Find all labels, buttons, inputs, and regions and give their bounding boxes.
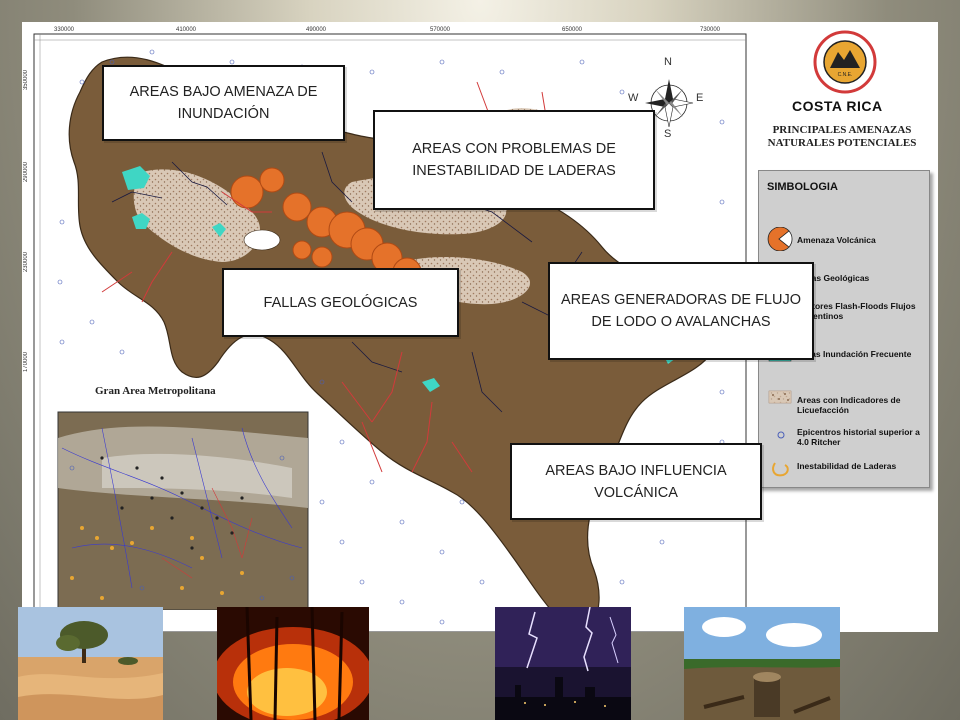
legend-item-epicenters: Epicentros historial superior a 4.0 Ritc…	[797, 427, 920, 447]
legend-item-slopes: Inestabilidad de Laderas	[797, 461, 897, 471]
legend-item-faults: Fallas Geológicas	[797, 273, 870, 283]
top-coordinate: 490000	[306, 27, 327, 33]
compass-east-label: E	[696, 92, 704, 104]
legend-item-liquefaction: Areas con Indicadores de Licuefacción	[797, 395, 901, 415]
legend-item-flood: Areas Inundación Frecuente	[797, 349, 912, 359]
left-coordinate: 230000	[23, 252, 29, 273]
left-coordinate: 290000	[23, 162, 29, 183]
compass-south-label: S	[664, 128, 672, 140]
country-title: COSTA RICA	[792, 98, 883, 114]
callout-flood: AREAS BAJO AMENAZA DE INUNDACIÓN	[102, 65, 345, 141]
lightning-image	[495, 607, 631, 720]
callout-slopes: AREAS CON PROBLEMAS DE INESTABILIDAD DE …	[373, 110, 655, 210]
callout-mudflow: AREAS GENERADORAS DE FLUJO DE LODO O AVA…	[548, 262, 814, 360]
legend-item-volcanic: Amenaza Volcánica	[797, 235, 876, 245]
volcanic-symbol-icon	[767, 227, 793, 251]
inset-map-frame	[42, 398, 318, 611]
callout-volcanic: AREAS BAJO INFLUENCIA VOLCÁNICA	[510, 443, 762, 520]
map-subtitle: PRINCIPALES AMENAZAS NATURALES POTENCIAL…	[767, 124, 917, 149]
deforestation-photo	[684, 607, 840, 720]
institution-seal-icon: C.N.E.	[813, 30, 877, 94]
left-coordinate: 170000	[23, 352, 29, 373]
liquefaction-symbol-icon	[768, 390, 792, 404]
epicenter-symbol-icon	[777, 431, 785, 439]
inset-map-canvas	[57, 411, 309, 611]
wildfire-image	[217, 607, 369, 720]
svg-text:C.N.E.: C.N.E.	[838, 72, 853, 78]
deforestation-image	[684, 607, 840, 720]
callout-faults: FALLAS GEOLÓGICAS	[222, 268, 459, 337]
map-title-block: C.N.E. COSTA RICA PRINCIPALES AMENAZAS N…	[752, 28, 932, 158]
wildfire-photo	[217, 607, 369, 720]
compass-north-label: N	[664, 56, 672, 68]
lightning-photo	[495, 607, 631, 720]
top-coordinate: 410000	[176, 27, 197, 33]
desert-image	[18, 607, 163, 720]
top-coordinate: 330000	[54, 27, 75, 33]
slope-instability-symbol-icon	[772, 462, 789, 477]
legend-title: SIMBOLOGIA	[767, 181, 838, 193]
inset-title: Gran Area Metropolitana	[95, 385, 216, 397]
top-coordinate: 650000	[562, 27, 583, 33]
top-coordinate: 730000	[700, 27, 721, 33]
left-coordinate: 350000	[23, 70, 29, 91]
top-coordinate: 570000	[430, 27, 451, 33]
lake-arenal	[243, 229, 281, 251]
legend-item-flash-floods: Sectores Flash-Floods Flujos Repentinos	[797, 301, 916, 321]
desert-photo	[18, 607, 163, 720]
compass-west-label: W	[628, 92, 639, 104]
